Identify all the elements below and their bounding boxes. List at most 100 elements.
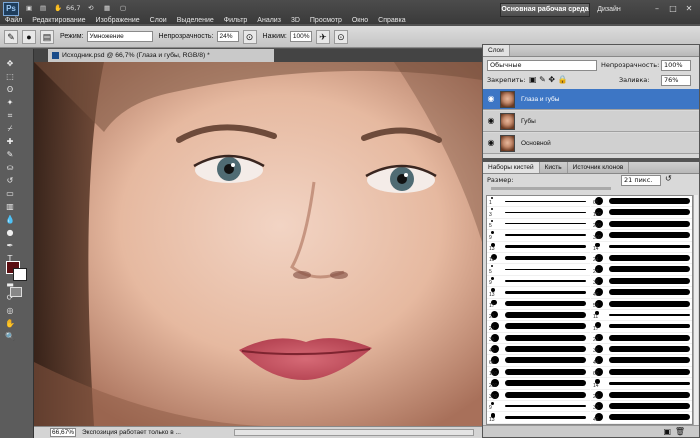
brush-preset[interactable]: 59 [591,299,692,310]
zoom-tool-icon[interactable]: 🔍 [4,331,16,342]
brush-preset[interactable]: 60 [591,367,692,379]
document-tab[interactable]: Исходник.psd @ 66,7% (Глаза и губы, RGB/… [48,49,274,62]
eye-icon[interactable]: ◉ [486,94,496,104]
brush-preset[interactable]: 36 [591,344,692,356]
screen-mode-icon[interactable]: ▢ [120,3,126,14]
brush-preset[interactable]: 35 [487,333,590,345]
tab-brush[interactable]: Кисть [540,162,568,173]
menu-file[interactable]: Файл [0,17,27,24]
brush-preset[interactable]: 200 [487,378,590,390]
layer-eyes-lips[interactable]: ◉ Глаза и губы [483,89,699,110]
minibridge-icon[interactable]: ▤ [40,3,46,14]
brush-preset[interactable]: 14 [591,242,692,253]
brush-preset[interactable]: 200 [591,219,692,231]
opacity-pressure-icon[interactable]: ⊙ [242,29,257,44]
brush-preset[interactable]: 300 [591,230,692,242]
brush-preset[interactable]: 100 [591,207,692,219]
menu-select[interactable]: Выделение [172,17,219,24]
healing-tool-icon[interactable]: ✚ [4,136,16,147]
3d-orbit-tool-icon[interactable]: ◎ [4,305,16,316]
brush-preset[interactable]: 13 [487,287,590,299]
minimize-icon[interactable]: – [650,3,664,15]
brush-preset[interactable]: 17 [487,299,590,310]
blend-mode-select[interactable]: Обычные [487,60,597,71]
menu-layers[interactable]: Слои [145,17,172,24]
mode-select[interactable]: Умножение [86,31,153,42]
fill-field[interactable]: 76% [661,75,691,86]
marquee-tool-icon[interactable]: ⬚ [4,71,16,82]
tab-layers[interactable]: Слои [483,45,510,56]
brush-preset[interactable]: 45 [487,344,590,356]
opacity-field[interactable]: 24% [216,31,239,42]
dodge-tool-icon[interactable]: ● [4,227,16,238]
menu-image[interactable]: Изображение [91,17,145,24]
brush-preset[interactable]: 9 [487,230,590,242]
brush-tool-icon[interactable]: ✎ [4,149,16,160]
brush-preset[interactable]: 44 [591,355,692,367]
crop-tool-icon[interactable]: ⌗ [4,110,16,121]
brush-size-field[interactable]: 21 пикс. [621,175,661,186]
menu-analysis[interactable]: Анализ [252,17,286,24]
tab-brush-presets[interactable]: Наборы кистей [483,162,540,173]
brush-preset[interactable]: 5 [487,264,590,276]
menu-filter[interactable]: Фильтр [219,17,253,24]
workspace-button[interactable]: Основная рабочая среда [500,3,590,17]
arrange-documents-icon[interactable]: ▦ [104,3,110,14]
brush-preset[interactable]: 65 [487,355,590,367]
eraser-tool-icon[interactable]: ▭ [4,188,16,199]
brush-preset[interactable]: 23 [591,333,692,345]
brush-size-icon[interactable]: ● [22,29,36,44]
brush-preset[interactable]: 300 [487,390,590,402]
menu-3d[interactable]: 3D [286,17,305,24]
brush-preset[interactable]: 27 [487,321,590,333]
hand-tool-icon[interactable]: ✋ [4,318,16,329]
layer-base[interactable]: ◉ Основной [483,133,699,154]
quick-mask-icon[interactable] [10,287,22,297]
brush-preset[interactable]: 11 [591,310,692,322]
pressure-size-icon[interactable]: ⊙ [333,29,348,44]
brush-preset[interactable]: 21 [487,310,590,322]
delete-brush-icon[interactable]: 🗑 [675,427,685,436]
brush-preset[interactable]: 13 [487,412,590,424]
eye-icon[interactable]: ◉ [486,116,496,126]
brush-preset[interactable]: 100 [487,367,590,379]
lasso-tool-icon[interactable]: ʘ [4,84,16,95]
tab-clone-source[interactable]: Источник клонов [568,162,630,173]
brush-preset[interactable]: 13 [487,242,590,253]
brush-preset-grid[interactable]: 13591319591317212735456510020030091319 6… [486,195,693,425]
background-color-swatch[interactable] [13,268,27,281]
menu-window[interactable]: Окно [347,17,373,24]
quick-select-tool-icon[interactable]: ✦ [4,97,16,108]
reset-brush-icon[interactable]: ↺ [665,174,672,183]
brush-preset[interactable]: 39 [591,276,692,288]
new-brush-icon[interactable]: ▣ [663,427,671,436]
brush-preset[interactable]: 42 [591,412,692,424]
hand-tool-icon[interactable]: ✋ [54,3,62,14]
canvas[interactable] [34,62,482,426]
pressure-field[interactable]: 100% [289,31,312,42]
bridge-icon[interactable]: ▣ [26,3,32,14]
brush-preset[interactable]: 24 [591,253,692,265]
eyedropper-tool-icon[interactable]: ⌿ [4,123,16,134]
brush-preset[interactable]: 3 [487,207,590,219]
brush-preset[interactable]: 14 [591,378,692,390]
menu-view[interactable]: Просмотр [305,17,347,24]
clone-stamp-tool-icon[interactable]: ⛀ [4,162,16,173]
menu-edit[interactable]: Редактирование [27,17,90,24]
layer-lips[interactable]: ◉ Губы [483,111,699,132]
brush-preset[interactable]: 9 [487,276,590,288]
brush-size-slider[interactable] [491,187,611,190]
brush-preset[interactable]: 1 [487,196,590,208]
brush-preset[interactable]: 19 [487,253,590,265]
move-tool-icon[interactable]: ✥ [4,58,16,69]
airbrush-icon[interactable]: ✈ [315,29,330,44]
history-brush-tool-icon[interactable]: ↺ [4,175,16,186]
brush-preset[interactable]: 65 [591,196,692,208]
toggle-brush-panel-icon[interactable]: ▤ [40,29,54,44]
menu-help[interactable]: Справка [373,17,410,24]
lock-icons[interactable]: ▣ ✎ ✥ 🔒 [529,75,568,84]
brush-preset[interactable]: 17 [591,321,692,333]
horizontal-scrollbar[interactable] [234,429,474,436]
maximize-icon[interactable]: □ [666,3,680,15]
close-icon[interactable]: ✕ [682,3,696,15]
